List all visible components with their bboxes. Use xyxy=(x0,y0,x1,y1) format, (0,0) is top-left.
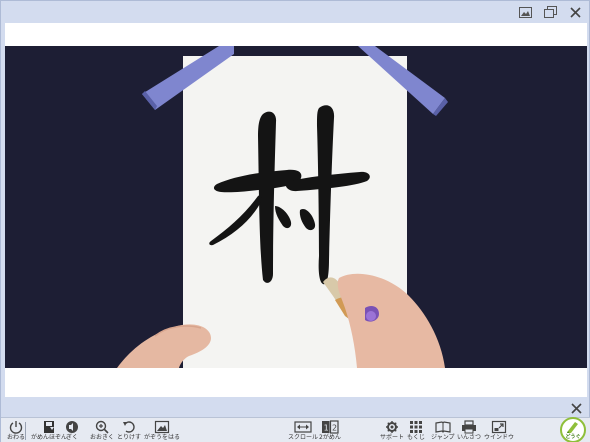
close-toolbar-icon[interactable] xyxy=(568,400,584,416)
support-button[interactable]: サポート xyxy=(380,420,404,442)
paste-image-icon xyxy=(154,420,170,434)
print-icon xyxy=(462,420,476,434)
title-bar xyxy=(1,1,590,23)
save-screen-button[interactable]: がめんほぞん xyxy=(31,420,67,442)
jump-label: ジャンプ xyxy=(431,434,455,441)
power-icon xyxy=(9,421,23,434)
support-icon xyxy=(386,421,398,433)
undo-button[interactable]: とりけす xyxy=(117,420,141,442)
print-button[interactable]: いんさつ xyxy=(457,420,481,442)
save-screen-icon xyxy=(44,421,54,433)
scroll-button[interactable]: スクロール xyxy=(288,420,318,442)
save-screen-label: がめんほぞん xyxy=(31,434,68,441)
scroll-label: スクロール xyxy=(288,434,319,441)
window-label: ウインドウ xyxy=(484,434,515,441)
zoom-in-label: おおきく xyxy=(90,434,115,441)
paste-image-button[interactable]: がぞうをはる xyxy=(144,420,180,442)
audio-label: ぎく xyxy=(65,434,79,441)
window-button[interactable]: ウインドウ xyxy=(484,420,514,442)
restore-window-icon[interactable] xyxy=(542,4,558,20)
audio-icon xyxy=(66,421,78,433)
undo-label: とりけす xyxy=(117,434,142,441)
two-screen-button[interactable]: 12 2がめん xyxy=(319,420,341,442)
image-view-icon[interactable] xyxy=(517,4,533,20)
toolbar-separator xyxy=(25,422,26,440)
scroll-icon xyxy=(294,421,312,433)
lower-strip xyxy=(1,397,590,417)
print-label: いんさつ xyxy=(457,434,482,441)
undo-icon xyxy=(123,421,135,433)
two-screen-icon: 12 xyxy=(321,420,339,434)
tools-badge-label: どうぐ xyxy=(565,434,581,440)
zoom-in-button[interactable]: おおきく xyxy=(90,420,114,442)
calligraphy-scene xyxy=(5,46,587,368)
end-button[interactable]: おわる xyxy=(7,420,25,442)
svg-text:2: 2 xyxy=(332,424,337,433)
contents-label: もくじ xyxy=(407,434,426,441)
support-label: サポート xyxy=(380,434,405,441)
jump-button[interactable]: ジャンプ xyxy=(431,420,455,442)
pencil-icon xyxy=(567,422,578,433)
contents-icon xyxy=(410,421,422,433)
bottom-toolbar: おわる がめんほぞん ぎく おおきく とりけす がぞうをはる スクロール 1 2… xyxy=(1,417,590,442)
contents-button[interactable]: もくじ xyxy=(407,420,425,442)
jump-icon xyxy=(435,421,451,433)
close-icon[interactable] xyxy=(567,4,583,20)
paste-image-label: がぞうをはる xyxy=(144,434,181,441)
window-icon xyxy=(491,420,507,434)
end-label: おわる xyxy=(7,434,26,441)
two-screen-label: 2がめん xyxy=(319,434,341,441)
app-window: おわる がめんほぞん ぎく おおきく とりけす がぞうをはる スクロール 1 2… xyxy=(0,0,590,442)
zoom-in-icon xyxy=(95,420,109,434)
tools-badge-button[interactable]: どうぐ xyxy=(560,417,586,442)
calligraphy-video xyxy=(5,46,587,368)
audio-button[interactable]: ぎく xyxy=(64,420,80,442)
svg-text:1: 1 xyxy=(324,424,329,433)
